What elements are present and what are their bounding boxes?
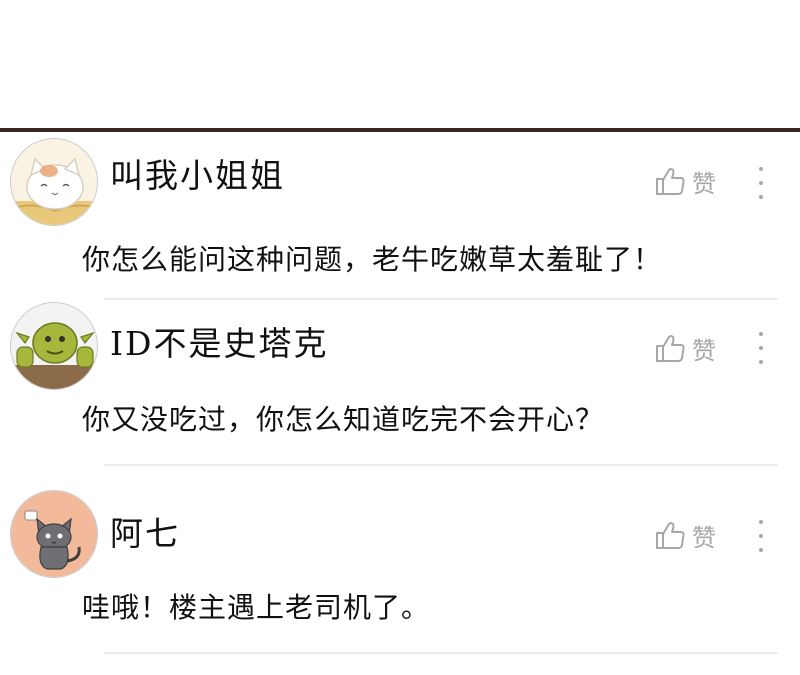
like-label: 赞: [692, 523, 716, 552]
more-options-button[interactable]: [750, 328, 772, 368]
gray-cat-avatar-icon[interactable]: [10, 490, 98, 578]
more-dot-icon: [759, 332, 763, 336]
more-options-button[interactable]: [750, 516, 772, 556]
top-blank-area: [0, 0, 800, 128]
ogre-avatar-icon[interactable]: [10, 302, 98, 390]
header-divider: [0, 128, 800, 132]
cat-avatar-icon[interactable]: [10, 138, 98, 226]
comment-username[interactable]: ID不是史塔克: [110, 324, 329, 364]
like-button[interactable]: 赞: [654, 330, 716, 366]
thumbs-up-icon: [654, 519, 686, 551]
like-label: 赞: [692, 169, 716, 198]
more-dot-icon: [759, 520, 763, 524]
like-label: 赞: [692, 336, 716, 365]
more-options-button[interactable]: [750, 163, 772, 203]
more-dot-icon: [759, 181, 763, 185]
more-dot-icon: [759, 360, 763, 364]
comment-text: 你怎么能问这种问题，老牛吃嫩草太羞耻了！: [82, 243, 663, 276]
comment-separator: [104, 652, 778, 654]
comment-separator: [104, 464, 778, 466]
thumbs-up-icon: [654, 332, 686, 364]
comment-text: 哇哦！楼主遇上老司机了。: [82, 591, 431, 624]
comment-text: 你又没吃过，你怎么知道吃完不会开心？: [82, 403, 605, 436]
more-dot-icon: [759, 534, 763, 538]
comment-username[interactable]: 叫我小姐姐: [110, 156, 285, 196]
more-dot-icon: [759, 195, 763, 199]
comment-username[interactable]: 阿七: [110, 514, 180, 554]
comment-separator: [104, 298, 778, 300]
more-dot-icon: [759, 548, 763, 552]
like-button[interactable]: 赞: [654, 517, 716, 553]
thumbs-up-icon: [654, 165, 686, 197]
more-dot-icon: [759, 167, 763, 171]
more-dot-icon: [759, 346, 763, 350]
like-button[interactable]: 赞: [654, 163, 716, 199]
